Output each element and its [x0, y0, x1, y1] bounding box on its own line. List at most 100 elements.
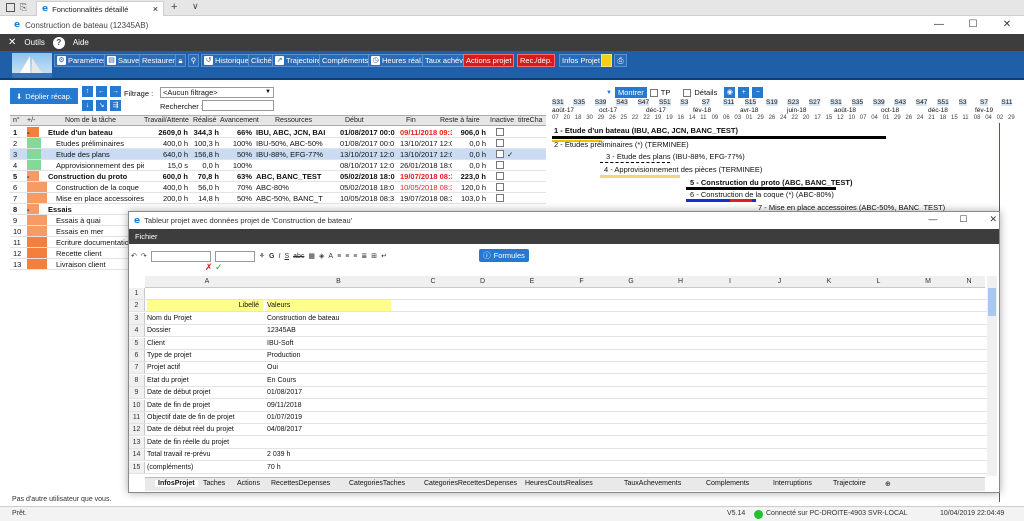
gantt-bar-coque-late[interactable]	[730, 199, 752, 202]
lock-button[interactable]: 🔒︎	[175, 54, 186, 67]
wrap-icon[interactable]: ↵	[381, 252, 387, 260]
gantt-bar-plans[interactable]	[600, 162, 670, 164]
gantt-task-label[interactable]: 5 - Construction du proto (ABC, BANC_TES…	[690, 178, 853, 187]
close-window-icon[interactable]: ✕	[990, 16, 1024, 34]
sheet-row-number[interactable]: 6	[129, 350, 145, 361]
inactive-checkbox[interactable]	[496, 128, 504, 136]
bold-icon[interactable]: G	[269, 253, 274, 260]
sheet-cell-a[interactable]: Objectif date de fin de projet	[147, 412, 263, 423]
fill-color-icon[interactable]: ◈	[319, 252, 324, 260]
sheet-tab[interactable]: Trajectoire	[833, 480, 866, 487]
col-header-fin[interactable]: Fin	[406, 117, 416, 124]
sheet-cell-b[interactable]: 09/11/2018	[267, 400, 391, 411]
align-center-icon[interactable]: ≡	[345, 253, 349, 260]
sheet-row-number[interactable]: 1	[129, 288, 145, 299]
sheet-column-I[interactable]: I	[705, 278, 755, 285]
inactive-checkbox[interactable]	[496, 139, 504, 147]
col-header-reste[interactable]: Reste à faire	[440, 117, 480, 124]
confirm-edit-icon[interactable]: ✓	[215, 262, 223, 273]
sheet-cell-b[interactable]: Valeurs	[267, 300, 391, 312]
sheet-tab[interactable]: InfosProjet	[155, 480, 198, 487]
format-icon[interactable]: ⚘	[259, 252, 265, 260]
sheet-row-number[interactable]: 8	[129, 374, 145, 386]
sheet-cell-b[interactable]: 01/08/2017	[267, 387, 391, 398]
col-header-avancement[interactable]: Avancement	[220, 117, 259, 124]
sheet-cell-a[interactable]: Libellé	[147, 300, 263, 312]
sheet-cell-b[interactable]: IBU-Soft	[267, 338, 391, 349]
gantt-bar-summary[interactable]	[552, 136, 886, 139]
sheet-tab[interactable]: Interruptions	[773, 480, 812, 487]
table-row[interactable]: 2 Etudes préliminaires 400,0 h 100,3 h 100% I…	[10, 138, 546, 149]
camera-icon[interactable]: ◉	[724, 87, 736, 98]
strikethrough-icon[interactable]: abc	[293, 253, 304, 260]
gantt-task-label[interactable]: 3 - Etude des plans (IBU-88%, EFG-77%)	[606, 152, 745, 161]
move-down-icon[interactable]: ↓	[82, 100, 93, 111]
sheet-cell-a[interactable]: Etat du projet	[147, 375, 263, 386]
menu-outils[interactable]: Outils	[24, 38, 44, 47]
formules-button[interactable]: ⓘ Formules	[479, 249, 529, 262]
search-input[interactable]	[202, 100, 274, 111]
tab-dropdown-icon[interactable]: ∨	[192, 1, 199, 12]
cell-check[interactable]: ✓	[507, 150, 519, 159]
sheet-row-number[interactable]: 2	[129, 300, 145, 312]
redo-icon[interactable]: ↷	[141, 252, 147, 260]
new-tab-icon[interactable]: +	[171, 1, 177, 13]
sheet-cell-b[interactable]: 2 039 h	[267, 449, 391, 460]
sheet-column-N[interactable]: N	[953, 278, 985, 285]
sheet-cell-a[interactable]: Date de début projet	[147, 387, 263, 398]
table-row[interactable]: 3 Etude des plans 640,0 h 156,8 h 50% IBU-88%…	[10, 149, 546, 160]
sheet-cell-b[interactable]: 12345AB	[267, 325, 391, 336]
menu-aide[interactable]: Aide	[73, 38, 89, 47]
infos-projet-button[interactable]: Infos Projet	[559, 54, 603, 67]
sheet-column-D[interactable]: D	[458, 278, 507, 285]
sheet-cell-b[interactable]: 04/08/2017	[267, 424, 391, 435]
gantt-task-label[interactable]: 4 - Approvisionnement des pièces (TERMIN…	[604, 165, 762, 174]
montrer-button[interactable]: Montrer	[614, 87, 647, 98]
sheet-tab[interactable]: TauxAchevements	[624, 480, 681, 487]
sheet-cell-b[interactable]	[267, 288, 391, 299]
sheet-cell-a[interactable]: Projet actif	[147, 362, 263, 373]
sheet-cell-b[interactable]	[267, 437, 391, 448]
underline-icon[interactable]: S	[284, 253, 289, 260]
sheet-cell-a[interactable]: Type de projet	[147, 350, 263, 361]
sheet-cell-b[interactable]: 01/07/2019	[267, 412, 391, 423]
col-header-inactive[interactable]: Inactive	[490, 117, 514, 124]
col-header-name[interactable]: Nom de la tâche	[65, 117, 116, 124]
sheet-vertical-scrollbar[interactable]	[987, 276, 997, 476]
table-row[interactable]: 6 Construction de la coque 400,0 h 56,0 h 70…	[10, 182, 546, 193]
undo-icon[interactable]: ↶	[131, 252, 137, 260]
browser-tab[interactable]: e Fonctionnalités détaillé ×	[36, 1, 164, 16]
sheet-cell-a[interactable]: Total travail re-prévu	[147, 449, 263, 460]
outdent-icon[interactable]: ⇶	[110, 100, 121, 111]
rec-dep-button[interactable]: Rec./dép.	[517, 54, 556, 67]
border-icon[interactable]: ▦	[308, 252, 315, 260]
sheet-column-F[interactable]: F	[557, 278, 606, 285]
sheet-cell-b[interactable]: 70 h	[267, 462, 391, 473]
zoom-out-icon[interactable]: −	[752, 87, 764, 98]
maximize-icon[interactable]: ☐	[956, 16, 990, 34]
gantt-task-label[interactable]: 2 - Etudes préliminaires (*) (TERMINEE)	[554, 140, 689, 149]
dialog-maximize-icon[interactable]: ☐	[959, 214, 967, 225]
menu-fichier[interactable]: Fichier	[135, 232, 158, 241]
restaurer-button[interactable]: Restaurer	[139, 54, 178, 67]
inactive-checkbox[interactable]	[496, 172, 504, 180]
complements-button[interactable]: Compléments	[319, 54, 372, 67]
dialog-close-icon[interactable]: ✕	[989, 214, 997, 225]
italic-icon[interactable]: I	[278, 253, 280, 260]
sheet-row-number[interactable]: 13	[129, 436, 145, 448]
taux-achev-button[interactable]: Taux achév.	[422, 54, 468, 67]
sheet-row-number[interactable]: 3	[129, 312, 145, 324]
sheet-tab[interactable]: Actions	[237, 480, 260, 487]
align-right-icon[interactable]: ≡	[353, 253, 357, 260]
tab-close-icon[interactable]: ×	[153, 4, 158, 14]
filtrage-select[interactable]: <Aucun filtrage> ▼	[160, 87, 274, 98]
sheet-cell-b[interactable]: Production	[267, 350, 391, 361]
sheet-cell-a[interactable]: Dossier	[147, 325, 263, 336]
sheet-row-number[interactable]: 7	[129, 362, 145, 374]
historique-button[interactable]: ↺ Historique	[201, 54, 252, 67]
sheet-scroll-thumb[interactable]	[988, 288, 996, 316]
sheet-row-number[interactable]: 11	[129, 412, 145, 423]
merge-icon[interactable]: ⊞	[371, 252, 377, 260]
help-icon[interactable]: ?	[52, 36, 65, 49]
sheet-tab[interactable]: Complements	[706, 480, 749, 487]
